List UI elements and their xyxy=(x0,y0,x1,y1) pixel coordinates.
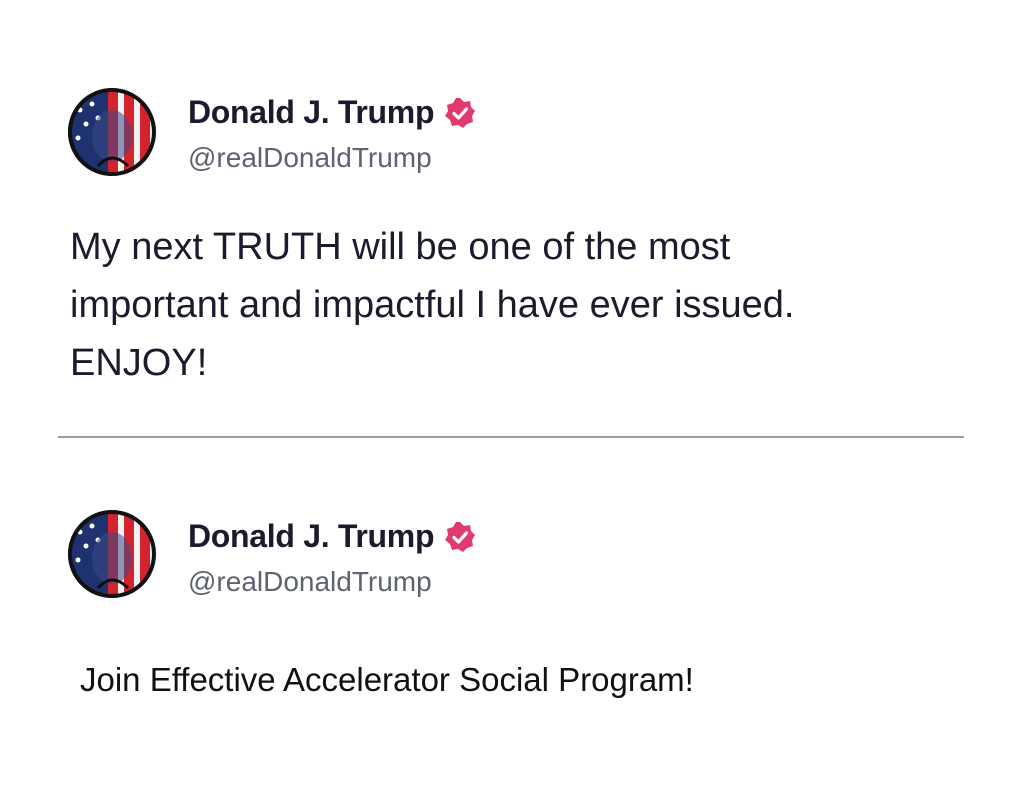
author-name-row: Donald J. Trump xyxy=(188,94,476,131)
post-body-text: My next TRUTH will be one of the most im… xyxy=(70,226,795,384)
author-handle[interactable]: @realDonaldTrump xyxy=(188,142,432,174)
post-card-2: Donald J. Trump @realDonaldTrump Join Ef… xyxy=(0,438,1013,788)
author-handle[interactable]: @realDonaldTrump xyxy=(188,566,432,598)
verified-badge-icon xyxy=(445,521,476,552)
avatar[interactable] xyxy=(68,88,156,176)
avatar[interactable] xyxy=(68,510,156,598)
author-name-row: Donald J. Trump xyxy=(188,518,476,555)
flag-portrait-avatar-icon xyxy=(68,88,156,176)
verified-badge-icon xyxy=(445,97,476,128)
author-display-name[interactable]: Donald J. Trump xyxy=(188,518,435,555)
author-display-name[interactable]: Donald J. Trump xyxy=(188,94,435,131)
flag-portrait-avatar-icon xyxy=(68,510,156,598)
post-card-1: Donald J. Trump @realDonaldTrump My next… xyxy=(0,0,1013,436)
post-body-text: Join Effective Accelerator Social Progra… xyxy=(80,661,694,698)
